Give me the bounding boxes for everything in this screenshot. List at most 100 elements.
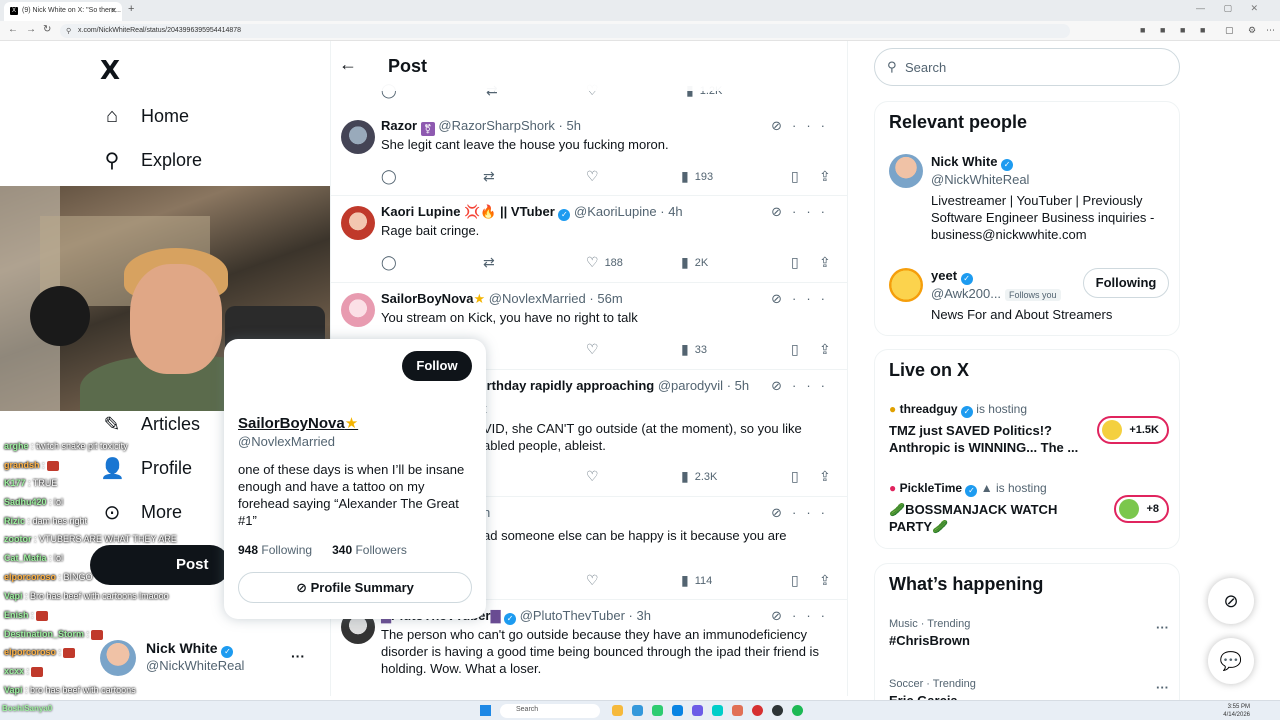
live-listeners-badge[interactable]: +8: [1114, 495, 1169, 523]
forward-arrow-icon[interactable]: →: [26, 24, 36, 35]
like-icon[interactable]: ♡: [586, 468, 599, 485]
bookmark-icon[interactable]: ▯: [791, 254, 799, 271]
window-controls[interactable]: — ▢ ✕: [1196, 3, 1266, 14]
clock[interactable]: 3:55 PM 4/14/2026: [1223, 703, 1250, 719]
followers-count[interactable]: 340: [332, 543, 352, 557]
address-bar: ← → ↻ ⚲ x.com/NickWhiteReal/status/20439…: [0, 21, 1280, 41]
site-info-icon[interactable]: ⚲: [66, 27, 71, 35]
avatar[interactable]: [341, 293, 375, 327]
grok-and-more-icons[interactable]: ⊘···: [771, 378, 835, 394]
more-dots-icon[interactable]: ···: [291, 648, 305, 664]
like-icon[interactable]: ♡: [586, 341, 599, 358]
sidebar-icon[interactable]: ▢: [1225, 25, 1234, 36]
verified-icon: ✓: [960, 406, 973, 418]
bookmark-icon[interactable]: ▯: [791, 341, 799, 358]
hovercard-handle[interactable]: @NovlexMarried: [238, 434, 335, 449]
account-switcher[interactable]: Nick White ✓ @NickWhiteReal ···: [100, 640, 315, 676]
panel-title: What’s happening: [889, 574, 1044, 594]
grok-and-more-icons[interactable]: ⊘···: [771, 204, 835, 220]
views-icon[interactable]: ▮ 114: [681, 572, 712, 589]
obs-icon[interactable]: [772, 705, 783, 716]
reply-icon[interactable]: ◯: [381, 168, 397, 185]
more-dots-icon[interactable]: ···: [1156, 680, 1169, 695]
grok-icon[interactable]: ⊘: [1208, 578, 1254, 624]
edge-icon[interactable]: [672, 705, 683, 716]
live-item[interactable]: ● PickleTime ✓ ▲ is hosting 🥒BOSSMANJACK…: [889, 481, 1169, 535]
bookmark-icon[interactable]: ▯: [791, 572, 799, 589]
x-logo[interactable]: X: [100, 56, 120, 86]
chrome-icon[interactable]: [752, 705, 763, 716]
account-name: Nick White ✓: [146, 640, 234, 658]
url-field[interactable]: ⚲ x.com/NickWhiteReal/status/20439963959…: [60, 24, 1070, 38]
views-icon[interactable]: ▮ 193: [681, 168, 713, 185]
app-icon[interactable]: [712, 705, 723, 716]
reload-icon[interactable]: ↻: [43, 24, 51, 35]
more-dots-icon[interactable]: ···: [1156, 620, 1169, 635]
views-icon[interactable]: ▮ 33: [681, 341, 707, 358]
repost-icon[interactable]: ⇄: [483, 254, 495, 271]
share-icon[interactable]: ⇪: [819, 254, 831, 271]
person-card[interactable]: Nick White ✓ @NickWhiteReal Livestreamer…: [889, 154, 1169, 249]
following-button[interactable]: Following: [1083, 268, 1169, 298]
extension-icon[interactable]: ■: [1140, 25, 1145, 35]
share-icon[interactable]: ⇪: [819, 168, 831, 185]
browser-tab[interactable]: X (9) Nick White on X: "So there... ✕: [4, 2, 122, 21]
live-listeners-badge[interactable]: +1.5K: [1097, 416, 1169, 444]
views-icon[interactable]: ▮ 2K: [681, 254, 708, 271]
reply-tweet[interactable]: Razor ⚧ @RazorSharpShork · 5h ⊘··· She l…: [331, 110, 847, 196]
hovercard-name[interactable]: SailorBoyNova★: [238, 414, 358, 432]
share-icon[interactable]: ⇪: [819, 468, 831, 485]
app-icon[interactable]: [692, 705, 703, 716]
close-tab-icon[interactable]: ✕: [110, 6, 117, 15]
post-button[interactable]: Post: [90, 545, 230, 585]
taskbar-search[interactable]: Search: [500, 704, 600, 718]
share-icon[interactable]: ⇪: [819, 341, 831, 358]
person-card[interactable]: yeet ✓ @Awk200... Follows you News For an…: [889, 268, 1169, 328]
repost-icon[interactable]: ⇄: [483, 168, 495, 185]
following-count[interactable]: 948: [238, 543, 258, 557]
live-item[interactable]: ● threadguy ✓ is hosting TMZ just SAVED …: [889, 402, 1169, 456]
grok-and-more-icons[interactable]: ⊘···: [771, 118, 835, 134]
like-icon[interactable]: ♡: [586, 572, 599, 589]
messages-icon[interactable]: 💬: [1208, 638, 1254, 684]
bookmark-icon[interactable]: ▯: [791, 468, 799, 485]
share-icon[interactable]: ⇪: [819, 572, 831, 589]
profile-summary-button[interactable]: ⊘ Profile Summary: [238, 572, 472, 603]
grok-and-more-icons[interactable]: ⊘···: [771, 291, 835, 307]
like-icon[interactable]: ♡ 188: [586, 254, 623, 271]
back-arrow-icon[interactable]: ←: [339, 54, 357, 75]
views-icon[interactable]: ▮ 2.3K: [681, 468, 717, 485]
nav-explore[interactable]: ⚲ Explore: [100, 145, 202, 175]
nav-home[interactable]: ⌂ Home: [100, 101, 189, 131]
app-icon[interactable]: [732, 705, 743, 716]
trend-item[interactable]: Music · Trending #ChrisBrown ···: [889, 618, 1169, 648]
avatar[interactable]: [889, 154, 923, 188]
spotify-icon[interactable]: [792, 705, 803, 716]
reply-icon[interactable]: ◯: [381, 254, 397, 271]
extension-icon[interactable]: ■: [1180, 25, 1185, 35]
windows-start-icon[interactable]: [480, 705, 491, 716]
new-tab-button[interactable]: +: [128, 3, 134, 15]
folder-icon[interactable]: [612, 705, 623, 716]
reply-tweet[interactable]: Kaori Lupine 💢🔥 || VTuber ✓ @KaoriLupine…: [331, 196, 847, 283]
like-icon[interactable]: ♡: [586, 168, 599, 185]
follow-button[interactable]: Follow: [402, 351, 472, 381]
post-header: ← Post: [331, 41, 847, 91]
grok-and-more-icons[interactable]: ⊘···: [771, 505, 835, 521]
menu-dots-icon[interactable]: ⋯: [1266, 25, 1275, 36]
avatar[interactable]: [889, 268, 923, 302]
grok-and-more-icons[interactable]: ⊘···: [771, 608, 835, 624]
app-icon[interactable]: [652, 705, 663, 716]
grok-icon: ⊘: [296, 580, 307, 595]
home-icon: ⌂: [105, 104, 119, 127]
avatar[interactable]: [341, 206, 375, 240]
bookmark-icon[interactable]: ▯: [791, 168, 799, 185]
avatar[interactable]: [341, 120, 375, 154]
extension-icon[interactable]: ■: [1200, 25, 1205, 35]
extension-icon[interactable]: ■: [1160, 25, 1165, 35]
person-handle: @NickWhiteReal: [931, 172, 1030, 187]
back-arrow-icon[interactable]: ←: [8, 24, 18, 35]
search-input[interactable]: ⚲ Search: [874, 48, 1180, 86]
app-icon[interactable]: [632, 705, 643, 716]
settings-icon[interactable]: ⚙: [1248, 25, 1256, 36]
